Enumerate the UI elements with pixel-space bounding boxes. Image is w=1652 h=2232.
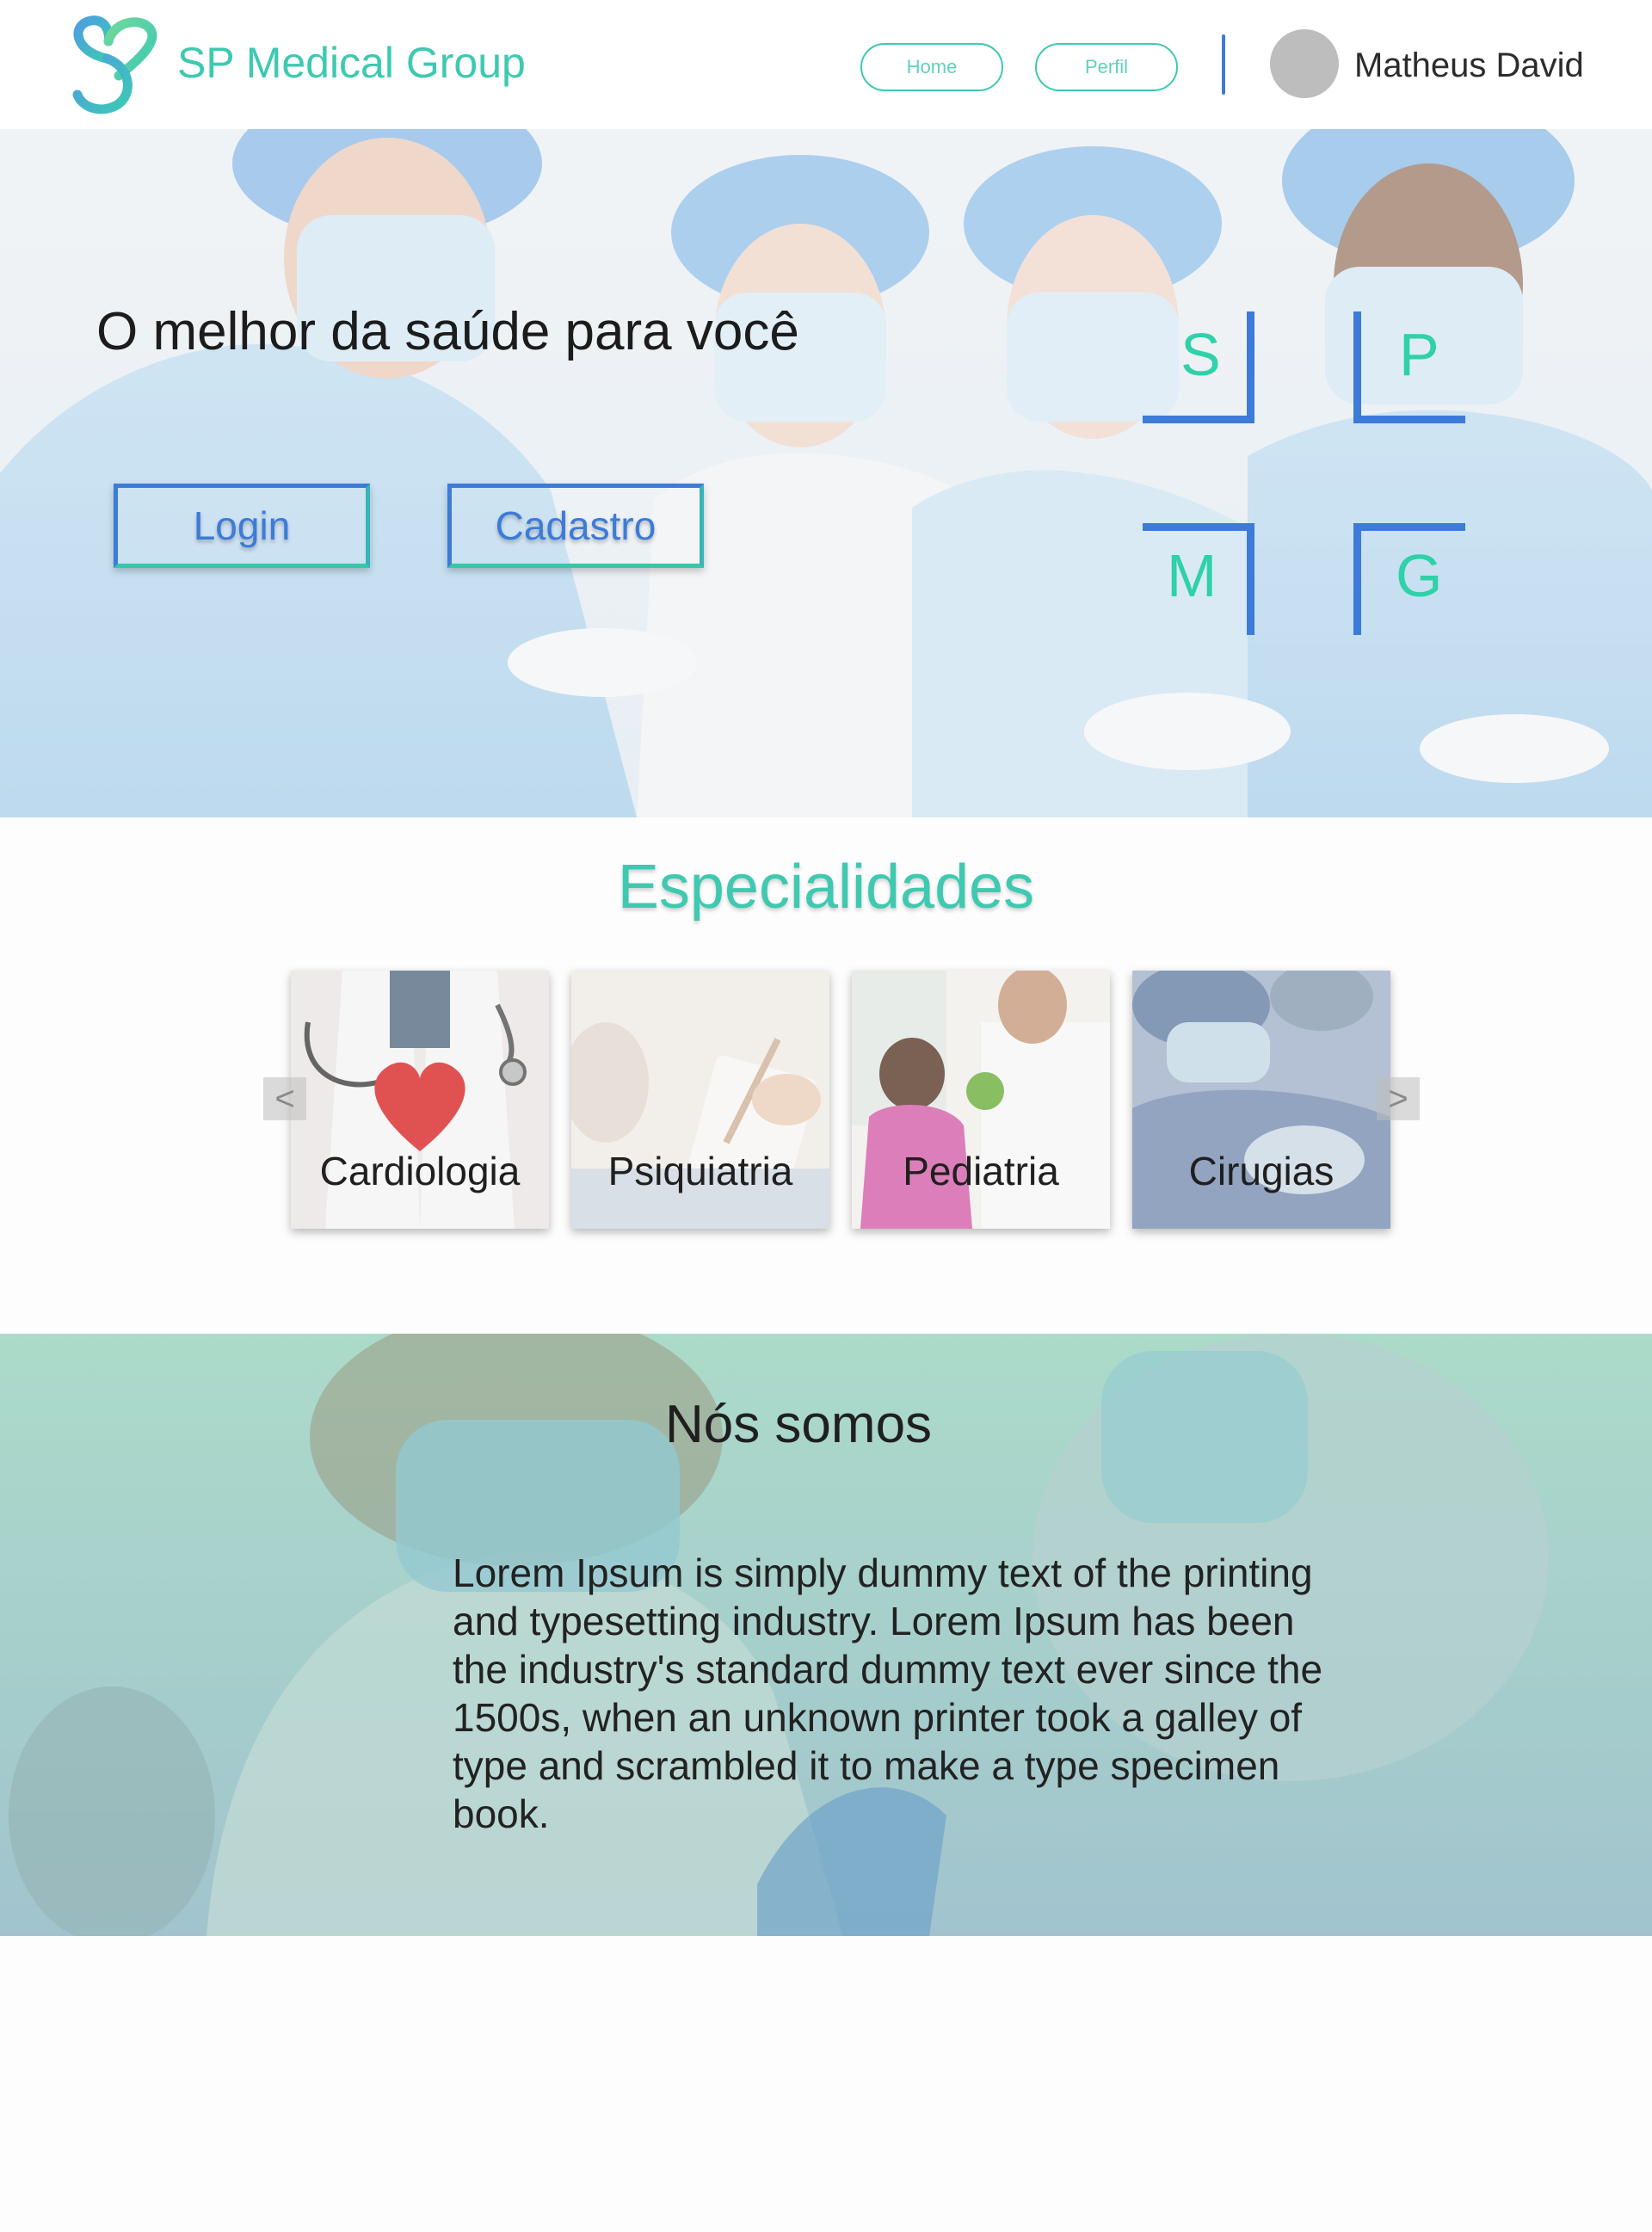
- letter-p: P: [1399, 321, 1439, 388]
- cadastro-button[interactable]: Cadastro: [447, 484, 704, 568]
- letter-g: G: [1396, 542, 1443, 609]
- carousel-next-icon[interactable]: >: [1377, 1077, 1420, 1120]
- carousel-prev-icon[interactable]: <: [263, 1077, 306, 1120]
- about-section: Nós somos Lorem Ipsum is simply dummy te…: [0, 1334, 1652, 1936]
- hero-section: O melhor da saúde para você Login Cadast…: [0, 129, 1652, 817]
- specialty-card-psiquiatria[interactable]: Psiquiatria: [571, 971, 829, 1229]
- corner-letter-g: G: [1353, 523, 1465, 635]
- logo-icon[interactable]: [65, 15, 160, 114]
- about-text: Lorem Ipsum is simply dummy text of the …: [453, 1551, 1323, 1836]
- avatar[interactable]: [1270, 29, 1339, 98]
- hero-title: O melhor da saúde para você: [96, 302, 799, 361]
- nav-home-button[interactable]: Home: [860, 43, 1003, 91]
- specialties-title: Especialidades: [617, 853, 1035, 922]
- corner-letter-p: P: [1353, 311, 1465, 423]
- letter-s: S: [1180, 321, 1221, 388]
- corner-letter-s: S: [1143, 311, 1254, 423]
- specialty-card-cardiologia[interactable]: Cardiologia: [291, 971, 549, 1229]
- header: SP Medical Group Home Perfil Matheus Dav…: [0, 0, 1652, 129]
- specialty-label: Pediatria: [903, 1149, 1059, 1193]
- hero-background-image: [0, 129, 1652, 817]
- specialty-card-pediatria[interactable]: Pediatria: [852, 971, 1110, 1229]
- brand-name[interactable]: SP Medical Group: [177, 38, 526, 88]
- specialty-label: Psiquiatria: [607, 1149, 793, 1193]
- user-name[interactable]: Matheus David: [1354, 46, 1584, 85]
- corner-letter-m: M: [1143, 523, 1254, 635]
- about-title: Nós somos: [664, 1395, 933, 1454]
- specialty-card-cirugias[interactable]: Cirugias: [1132, 971, 1390, 1229]
- nav-perfil-button[interactable]: Perfil: [1035, 43, 1178, 91]
- nav-divider: [1222, 34, 1225, 95]
- letter-m: M: [1167, 542, 1217, 609]
- login-button[interactable]: Login: [114, 484, 370, 568]
- specialty-label: Cardiologia: [319, 1149, 521, 1193]
- specialty-label: Cirugias: [1188, 1149, 1335, 1193]
